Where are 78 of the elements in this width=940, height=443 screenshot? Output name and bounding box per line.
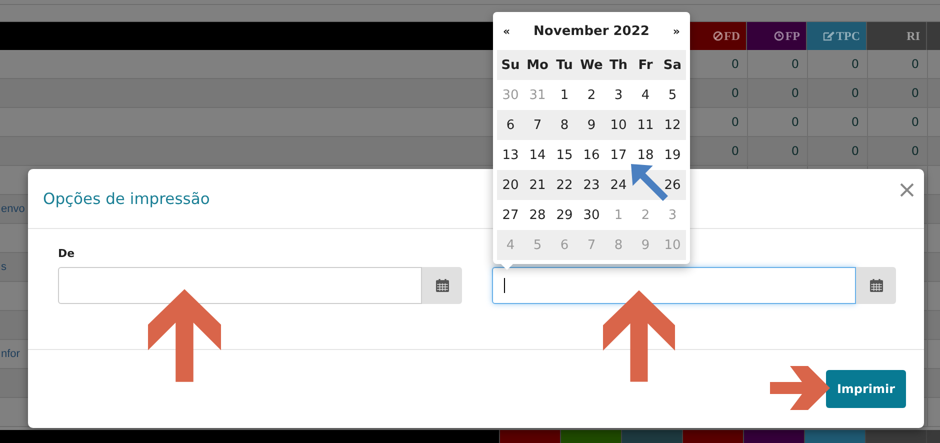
calendar-day[interactable]: 9 — [578, 118, 605, 132]
table-cell: 0 — [731, 86, 739, 100]
calendar-day[interactable]: 16 — [578, 148, 605, 162]
weekday-label: Su — [500, 58, 521, 72]
table-cell: 0 — [851, 115, 859, 129]
table-cell: 0 — [911, 86, 919, 100]
calendar-day[interactable]: 20 — [497, 178, 524, 192]
calendar-day[interactable]: 12 — [659, 118, 686, 132]
previous-month-button[interactable]: « — [503, 24, 510, 38]
calendar-day[interactable]: 6 — [497, 118, 524, 132]
column-header: RI — [867, 22, 927, 50]
calendar-day[interactable]: 14 — [524, 148, 551, 162]
column-header: FP — [747, 22, 807, 50]
calendar-day[interactable]: 21 — [524, 178, 551, 192]
calendar-icon — [870, 279, 882, 292]
table-cell: envo — [1, 203, 25, 215]
table-cell: nfor — [1, 348, 20, 360]
calendar-day[interactable]: 27 — [497, 208, 524, 222]
calendar-button[interactable] — [856, 267, 896, 304]
table-cell: 0 — [731, 57, 739, 71]
table-cell: 0 — [791, 57, 799, 71]
table-cell: 0 — [911, 115, 919, 129]
table-cell: 0 — [791, 86, 799, 100]
calendar-day[interactable]: 22 — [551, 178, 578, 192]
calendar-day[interactable]: 8 — [551, 118, 578, 132]
dialog-title: Opções de impressão — [43, 190, 210, 208]
calendar-day[interactable]: 11 — [632, 118, 659, 132]
calendar-day[interactable]: 19 — [659, 148, 686, 162]
weekday-label: Tu — [555, 58, 574, 72]
calendar-day[interactable]: 2 — [578, 88, 605, 102]
table-cell: 0 — [851, 86, 859, 100]
date-field[interactable] — [492, 267, 856, 304]
calendar-button[interactable] — [422, 267, 462, 304]
table-cell: 0 — [911, 57, 919, 71]
calendar-day[interactable]: 23 — [578, 178, 605, 192]
calendar-day[interactable]: 29 — [551, 208, 578, 222]
edit-icon — [823, 31, 835, 41]
calendar-day[interactable]: 17 — [605, 148, 632, 162]
table-cell: 0 — [911, 144, 919, 158]
month-title[interactable]: November 2022 — [534, 24, 650, 38]
calendar-day[interactable]: 26 — [659, 178, 686, 192]
weekday-label: We — [579, 58, 604, 72]
calendar-day[interactable]: 5 — [659, 88, 686, 102]
weekday-label: Th — [608, 58, 629, 72]
table-cell: 0 — [731, 115, 739, 129]
calendar-day[interactable]: 1 — [551, 88, 578, 102]
column-header — [927, 22, 940, 50]
calendar-day[interactable]: 10 — [605, 118, 632, 132]
date-field[interactable] — [58, 267, 422, 304]
weekday-label: Fr — [637, 58, 654, 72]
calendar-day[interactable]: 13 — [497, 148, 524, 162]
right-arrow — [770, 366, 830, 410]
calendar-day[interactable]: 24 — [605, 178, 632, 192]
print-button[interactable]: Imprimir — [826, 370, 906, 408]
table-cell: 0 — [851, 144, 859, 158]
calendar-day[interactable]: 30 — [578, 208, 605, 222]
calendar-day[interactable]: 28 — [524, 208, 551, 222]
table-cell: s — [1, 261, 6, 273]
field-label: De — [58, 247, 75, 260]
next-month-button[interactable]: » — [672, 24, 680, 38]
table-cell: 0 — [731, 144, 739, 158]
table-cell: 0 — [851, 57, 859, 71]
close-icon[interactable] — [900, 182, 914, 196]
calendar-icon — [436, 279, 448, 292]
weekday-label: Sa — [662, 58, 683, 72]
clock-icon — [774, 31, 784, 41]
column-header: TPC — [807, 22, 867, 50]
ban-icon — [713, 31, 723, 41]
calendar-day[interactable]: 15 — [551, 148, 578, 162]
weekday-label: Mo — [526, 58, 550, 72]
table-cell: 0 — [791, 115, 799, 129]
calendar-day[interactable]: 4 — [632, 88, 659, 102]
column-header: FD — [687, 22, 747, 50]
table-cell: 0 — [791, 144, 799, 158]
calendar-day[interactable]: 3 — [605, 88, 632, 102]
calendar-day[interactable]: 7 — [524, 118, 551, 132]
calendar-day[interactable]: 18 — [632, 148, 659, 162]
text-cursor — [504, 278, 505, 293]
